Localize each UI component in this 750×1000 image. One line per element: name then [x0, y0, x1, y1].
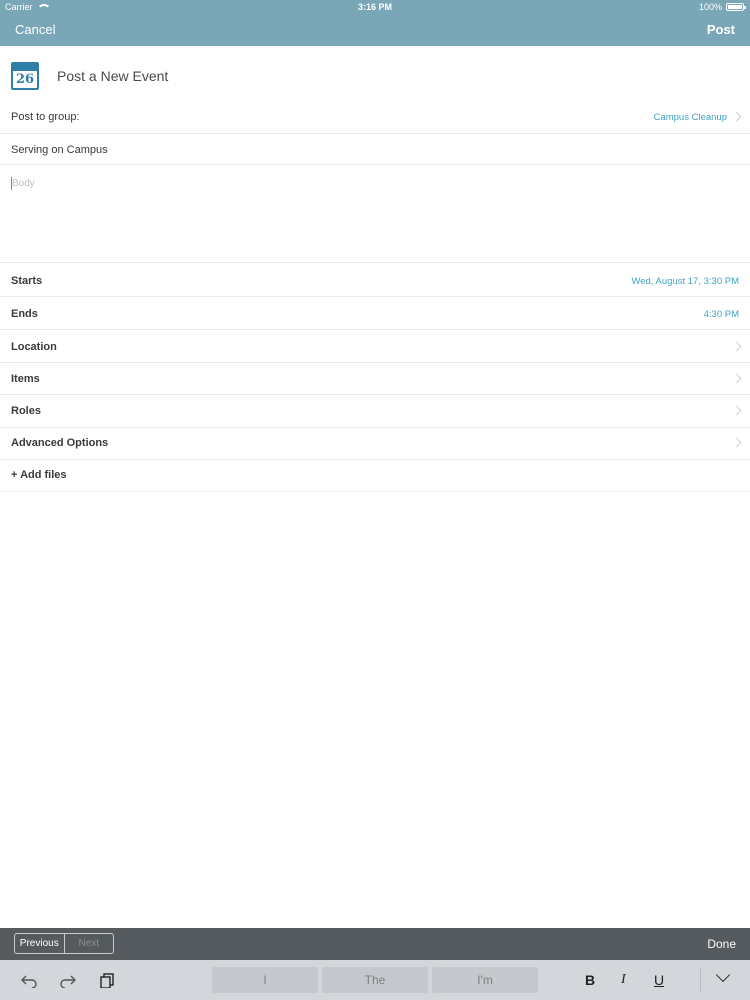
ends-row[interactable]: Ends 4:30 PM	[0, 297, 750, 330]
cancel-button[interactable]: Cancel	[15, 22, 55, 37]
chevron-right-icon	[731, 437, 742, 448]
add-files-row[interactable]: + Add files	[0, 460, 750, 492]
divider	[700, 968, 701, 992]
post-button[interactable]: Post	[707, 22, 735, 37]
undo-icon[interactable]	[20, 972, 38, 988]
post-to-group-value: Campus Cleanup	[653, 112, 727, 123]
title-value: Serving on Campus	[11, 144, 108, 156]
page-header: 26 Post a New Event	[0, 46, 750, 100]
status-time: 3:16 PM	[357, 2, 392, 12]
calendar-day: 26	[15, 72, 35, 87]
chevron-right-icon	[731, 373, 742, 384]
keyboard-accessory-bar: Previous Next Done	[0, 928, 750, 960]
location-label: Location	[11, 341, 57, 353]
ends-value[interactable]: 4:30 PM	[704, 309, 739, 320]
prediction-2[interactable]: The	[322, 967, 428, 993]
prev-next-segment: Previous Next	[14, 933, 114, 954]
advanced-options-row[interactable]: Advanced Options	[0, 428, 750, 460]
post-to-group-row[interactable]: Post to group: Campus Cleanup	[0, 100, 750, 134]
chevron-right-icon	[731, 111, 742, 122]
dismiss-keyboard-icon[interactable]	[715, 967, 731, 983]
previous-button[interactable]: Previous	[15, 934, 65, 953]
calendar-icon: 26	[11, 62, 39, 90]
add-files-button[interactable]: + Add files	[11, 469, 67, 481]
page-title: Post a New Event	[57, 68, 169, 84]
chevron-right-icon	[731, 341, 742, 352]
next-button[interactable]: Next	[65, 934, 114, 953]
roles-label: Roles	[11, 405, 41, 417]
starts-label: Starts	[11, 275, 43, 287]
post-to-group-label: Post to group:	[11, 111, 80, 123]
title-field[interactable]: Serving on Campus	[0, 134, 750, 165]
location-row[interactable]: Location	[0, 330, 750, 363]
body-textarea[interactable]: Body	[0, 165, 750, 263]
battery-group: 100%	[698, 2, 746, 12]
status-bar: Carrier 3:16 PM 100%	[0, 0, 750, 14]
battery-icon	[726, 3, 746, 11]
ends-label: Ends	[11, 308, 38, 320]
keyboard-shortcut-bar: I The I'm B I U	[0, 960, 750, 1000]
italic-button[interactable]: I	[621, 972, 626, 988]
roles-row[interactable]: Roles	[0, 395, 750, 428]
items-row[interactable]: Items	[0, 363, 750, 395]
body-placeholder: Body	[12, 178, 35, 189]
done-button[interactable]: Done	[707, 937, 736, 951]
prediction-1[interactable]: I	[212, 967, 318, 993]
battery-percent: 100%	[698, 2, 722, 12]
items-label: Items	[11, 373, 40, 385]
advanced-options-label: Advanced Options	[11, 437, 109, 449]
prediction-3[interactable]: I'm	[432, 967, 538, 993]
bold-button[interactable]: B	[585, 972, 595, 988]
paste-icon[interactable]	[99, 972, 117, 988]
navigation-bar: Carrier 3:16 PM 100% Cancel Post	[0, 0, 750, 46]
starts-value[interactable]: Wed, August 17, 3:30 PM	[631, 276, 739, 287]
redo-icon[interactable]	[59, 972, 77, 988]
starts-row[interactable]: Starts Wed, August 17, 3:30 PM	[0, 263, 750, 297]
underline-button[interactable]: U	[654, 972, 664, 988]
chevron-right-icon	[731, 405, 742, 416]
